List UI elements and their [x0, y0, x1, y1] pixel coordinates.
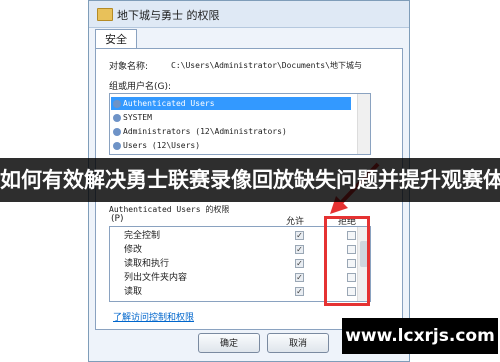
list-item-label: SYSTEM [123, 113, 152, 122]
cancel-button[interactable]: 取消 [267, 333, 329, 353]
title-bar: 地下城与勇士 的权限 [89, 1, 409, 28]
list-item[interactable]: SYSTEM [111, 111, 351, 124]
deny-column-highlight [324, 216, 370, 306]
access-control-help-link[interactable]: 了解访问控制和权限 [113, 310, 194, 323]
permission-row: 读取和执行 ✓ [110, 257, 356, 271]
list-item[interactable]: Administrators (12\Administrators) [111, 125, 351, 138]
ok-button[interactable]: 确定 [198, 333, 260, 353]
permission-row: 完全控制 ✓ [110, 229, 356, 243]
object-name-label: 对象名称: [109, 62, 149, 72]
user-group-icon [113, 100, 121, 108]
tab-security[interactable]: 安全 [95, 29, 137, 49]
permission-row: 修改 ✓ [110, 243, 356, 257]
list-item[interactable]: Users (12\Users) [111, 139, 351, 152]
headline-banner: 如何有效解决勇士联赛录像回放缺失问题并提升观赛体验 [0, 158, 500, 202]
permission-name: 完全控制 [124, 231, 161, 241]
window-title: 地下城与勇士 的权限 [117, 9, 220, 22]
groups-label: 组或用户名(G): [109, 82, 172, 92]
list-item-label: Users (12\Users) [123, 141, 201, 150]
user-group-icon [113, 142, 121, 150]
permission-row: 读取 ✓ [110, 285, 356, 299]
permission-name: 列出文件夹内容 [124, 273, 188, 283]
folder-icon [97, 8, 113, 21]
list-item[interactable]: Authenticated Users [111, 97, 351, 110]
object-name-value: C:\Users\Administrator\Documents\地下城与 [171, 61, 362, 70]
allow-checkbox[interactable]: ✓ [295, 273, 304, 282]
permissions-label: Authenticated Users 的权限 [109, 205, 230, 214]
allow-checkbox[interactable]: ✓ [295, 231, 304, 240]
permission-name: 读取 [124, 287, 143, 297]
groups-scrollbar[interactable] [357, 94, 370, 154]
list-item-label: Administrators (12\Administrators) [123, 127, 287, 136]
permission-row: 列出文件夹内容 ✓ [110, 271, 356, 285]
allow-checkbox[interactable]: ✓ [295, 287, 304, 296]
site-watermark: www.lcxrjs.com [342, 318, 498, 354]
permission-name: 修改 [124, 245, 143, 255]
permissions-label-hotkey: (P) [111, 214, 124, 224]
allow-checkbox[interactable]: ✓ [295, 259, 304, 268]
list-item-label: Authenticated Users [123, 99, 215, 108]
groups-list[interactable]: Authenticated Users SYSTEM Administrator… [109, 93, 371, 155]
headline-text: 如何有效解决勇士联赛录像回放缺失问题并提升观赛体验 [0, 168, 500, 192]
user-group-icon [113, 114, 121, 122]
permission-name: 读取和执行 [124, 259, 170, 269]
user-group-icon [113, 128, 121, 136]
allow-checkbox[interactable]: ✓ [295, 245, 304, 254]
